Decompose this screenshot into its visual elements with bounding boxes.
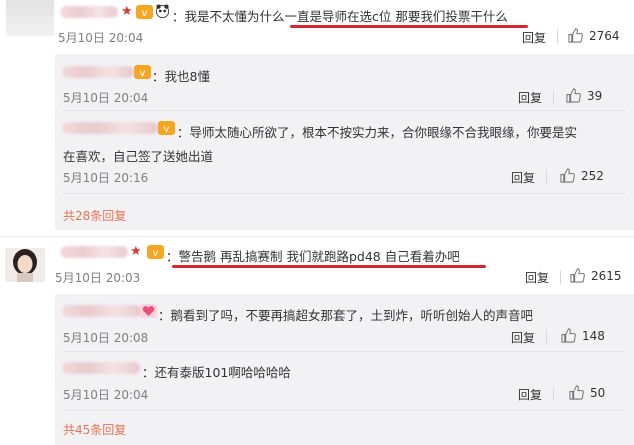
divider xyxy=(62,110,626,111)
more-replies-link[interactable]: 共28条回复 xyxy=(63,207,126,224)
red-underline-annotation xyxy=(172,265,486,268)
reply-time: 5月10日 20:04 xyxy=(63,91,149,105)
reply-button[interactable]: 回复 xyxy=(511,329,535,346)
svg-text:v: v xyxy=(153,248,159,259)
comment-divider xyxy=(0,236,634,237)
star-icon: ★ xyxy=(121,4,133,19)
comment-time: 5月10日 20:03 xyxy=(55,271,141,285)
star-icon: ★ xyxy=(130,244,142,259)
vip-badge-icon: v xyxy=(147,245,164,259)
svg-text:v: v xyxy=(140,68,146,79)
divider xyxy=(62,351,626,352)
reply-button[interactable]: 回复 xyxy=(522,29,546,46)
like-button[interactable]: 252 xyxy=(560,168,604,183)
replies-panel xyxy=(55,54,634,230)
separator xyxy=(553,387,554,401)
reply-button[interactable]: 回复 xyxy=(525,269,549,286)
svg-text:v: v xyxy=(164,124,170,135)
like-count: 50 xyxy=(590,385,606,400)
thumbs-up-icon xyxy=(568,28,583,43)
reply-time: 5月10日 20:08 xyxy=(63,331,149,345)
avatar[interactable] xyxy=(5,248,45,282)
separator xyxy=(557,30,558,44)
thumbs-up-icon xyxy=(566,88,581,103)
reply-username[interactable] xyxy=(62,362,140,374)
red-underline-annotation xyxy=(290,25,528,28)
separator xyxy=(560,270,561,284)
like-button[interactable]: 2615 xyxy=(570,268,622,283)
like-count: 2764 xyxy=(589,28,620,43)
thumbs-up-icon xyxy=(569,385,584,400)
comment-time: 5月10日 20:04 xyxy=(58,31,144,45)
like-count: 148 xyxy=(582,328,605,343)
reply-time: 5月10日 20:16 xyxy=(63,171,149,185)
separator xyxy=(553,90,554,104)
like-button[interactable]: 50 xyxy=(569,385,605,400)
reply-text: ：我也8懂 xyxy=(152,69,210,84)
vip-badge-icon: v xyxy=(158,121,175,135)
thumbs-up-icon xyxy=(570,268,585,283)
vip-badge-icon: v xyxy=(134,65,151,79)
like-button[interactable]: 2764 xyxy=(568,28,620,43)
reply-button[interactable]: 回复 xyxy=(511,169,535,186)
username[interactable] xyxy=(60,246,128,258)
comment-text: ：我是不太懂为什么一直是导师在选c位 那要我们投票干什么 xyxy=(172,9,508,24)
like-count: 39 xyxy=(587,88,603,103)
reply-time: 5月10日 20:04 xyxy=(63,388,149,402)
panda-icon xyxy=(155,4,170,18)
more-replies-link[interactable]: 共45条回复 xyxy=(63,421,126,438)
reply-button[interactable]: 回复 xyxy=(518,386,542,403)
like-count: 252 xyxy=(581,168,604,183)
divider xyxy=(62,410,626,411)
vip-badge-icon: v xyxy=(136,5,153,19)
reply-text: ：还有泰版101啊哈哈哈哈 xyxy=(142,365,291,380)
thumbs-up-icon xyxy=(560,168,575,183)
svg-text:v: v xyxy=(142,8,148,19)
comment-text: ：警告鹅 再乱搞赛制 我们就跑路pd48 自己看着办吧 xyxy=(166,249,460,264)
reply-username[interactable] xyxy=(62,305,142,317)
reply-text: ：导师太随心所欲了，根本不按实力来，合你眼缘不合我眼缘，你要是实 xyxy=(177,125,578,140)
avatar[interactable] xyxy=(6,0,54,36)
reply-text: ：鹅看到了吗，不要再搞超女那套了，土到炸，听听创始人的声音吧 xyxy=(158,308,534,323)
thumbs-up-icon xyxy=(561,328,576,343)
like-button[interactable]: 148 xyxy=(561,328,605,343)
separator xyxy=(546,330,547,344)
divider xyxy=(62,193,626,194)
username[interactable] xyxy=(60,6,118,18)
separator xyxy=(546,170,547,184)
reply-username[interactable] xyxy=(62,66,134,78)
reply-text-continued: 在喜欢，自己签了送她出道 xyxy=(63,149,214,164)
reply-button[interactable]: 回复 xyxy=(518,89,542,106)
like-button[interactable]: 39 xyxy=(566,88,602,103)
heart-badge-icon xyxy=(140,304,157,318)
reply-username[interactable] xyxy=(62,122,158,134)
like-count: 2615 xyxy=(591,268,622,283)
